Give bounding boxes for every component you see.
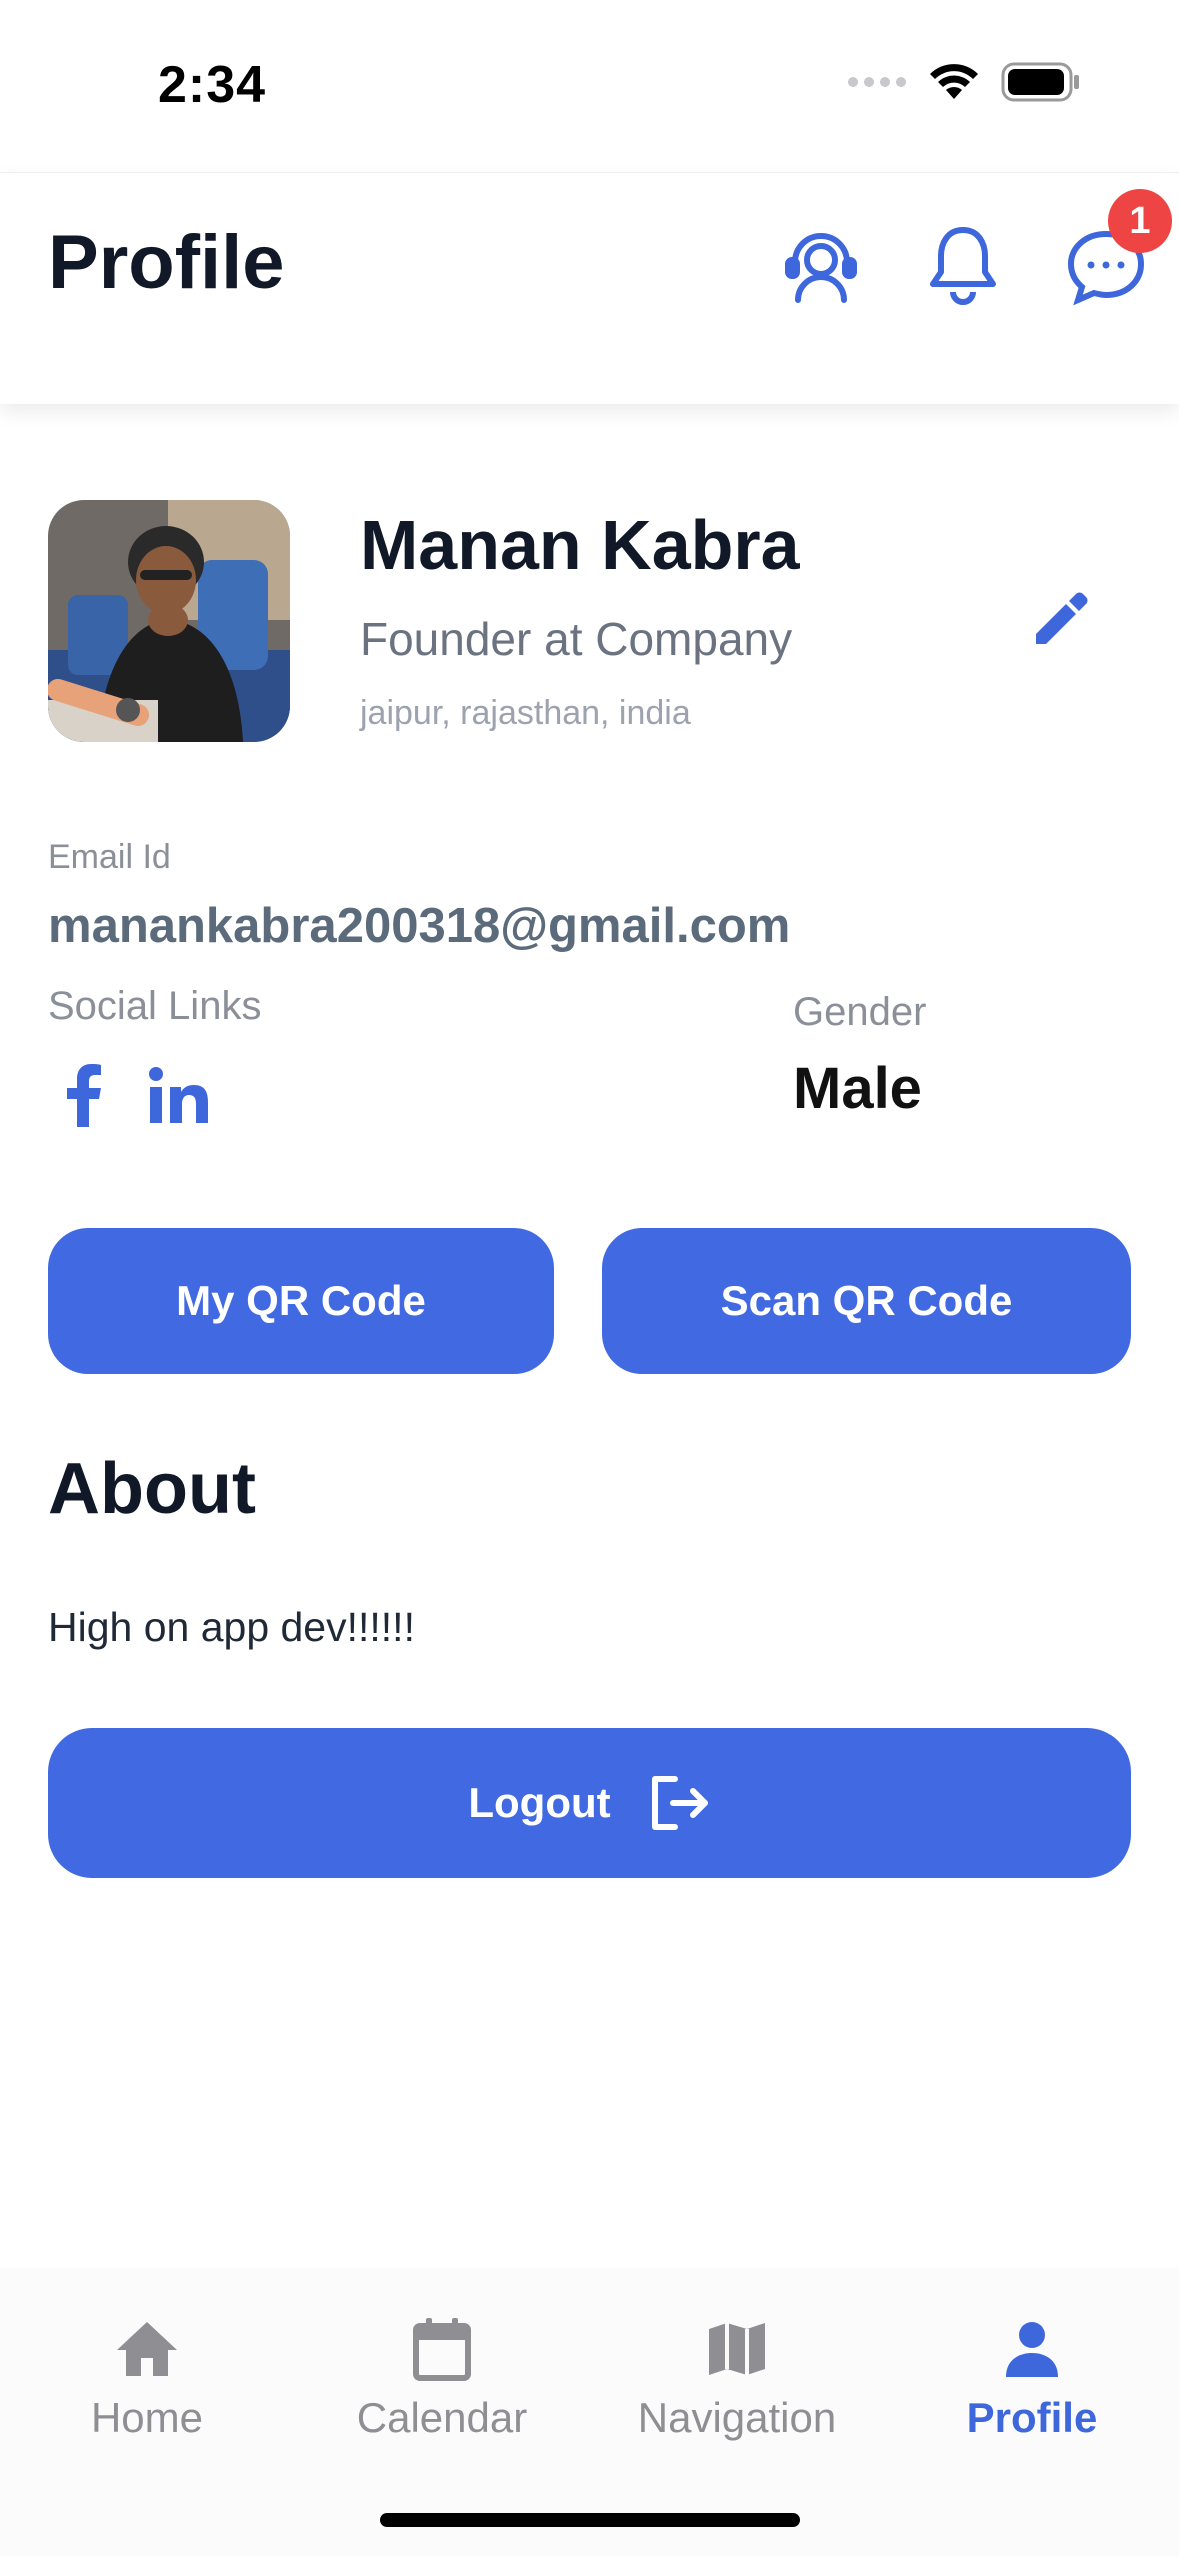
avatar[interactable] (48, 500, 290, 742)
social-links-label: Social Links (48, 984, 262, 1028)
my-qr-code-label: My QR Code (176, 1277, 426, 1324)
person-icon (1006, 2322, 1058, 2377)
home-indicator[interactable] (380, 2513, 800, 2527)
scan-qr-code-button[interactable]: Scan QR Code (602, 1228, 1131, 1374)
gender-label: Gender (793, 990, 927, 1034)
facebook-link[interactable] (48, 1060, 118, 1130)
about-text: High on app dev!!!!!! (48, 1604, 415, 1650)
nav-home-label: Home (90, 2394, 204, 2441)
profile-role: Founder at Company (360, 613, 793, 665)
nav-profile-label: Profile (966, 2394, 1098, 2441)
linkedin-icon (149, 1067, 208, 1123)
profile-photo (48, 500, 290, 742)
linkedin-link[interactable] (144, 1060, 214, 1130)
pencil-icon (1036, 592, 1088, 644)
cellular-signal-icon (848, 77, 906, 87)
nav-calendar[interactable]: Calendar (297, 2312, 587, 2452)
facebook-icon (67, 1064, 101, 1127)
headset-support-icon (785, 233, 857, 303)
unread-badge: 1 (1108, 189, 1172, 253)
profile-location: jaipur, rajasthan, india (360, 694, 691, 732)
gender-value: Male (793, 1056, 922, 1121)
email-value: manankabra200318@gmail.com (48, 899, 791, 953)
status-time: 2:34 (158, 56, 267, 114)
status-bar: 2:34 (0, 0, 1179, 172)
wifi-icon (930, 64, 978, 99)
my-qr-code-button[interactable]: My QR Code (48, 1228, 554, 1374)
logout-button[interactable]: Logout (48, 1728, 1131, 1878)
nav-profile[interactable]: Profile (887, 2312, 1177, 2452)
edit-profile-button[interactable] (1020, 580, 1100, 660)
status-icons (847, 62, 1081, 102)
email-label: Email Id (48, 838, 171, 876)
about-heading: About (48, 1449, 256, 1529)
app-header: Profile 1 (0, 172, 1179, 404)
logout-icon (651, 1776, 708, 1830)
support-button[interactable] (773, 217, 869, 313)
page-title: Profile (48, 220, 285, 305)
calendar-icon (413, 2318, 471, 2381)
scan-qr-code-label: Scan QR Code (720, 1277, 1013, 1324)
nav-navigation[interactable]: Navigation (592, 2312, 882, 2452)
nav-calendar-label: Calendar (356, 2394, 528, 2441)
profile-screen: 2:34 Profile 1 Manan Kabra Founder at Co… (0, 0, 1179, 2556)
nav-home[interactable]: Home (2, 2312, 292, 2452)
logout-label: Logout (468, 1779, 611, 1826)
home-icon (117, 2322, 177, 2376)
notifications-button[interactable] (915, 217, 1011, 313)
map-icon (709, 2323, 765, 2375)
profile-name: Manan Kabra (360, 506, 800, 584)
bell-icon (930, 227, 996, 305)
messages-button[interactable]: 1 (1058, 189, 1172, 313)
nav-navigation-label: Navigation (637, 2394, 837, 2441)
battery-icon (1001, 62, 1079, 102)
